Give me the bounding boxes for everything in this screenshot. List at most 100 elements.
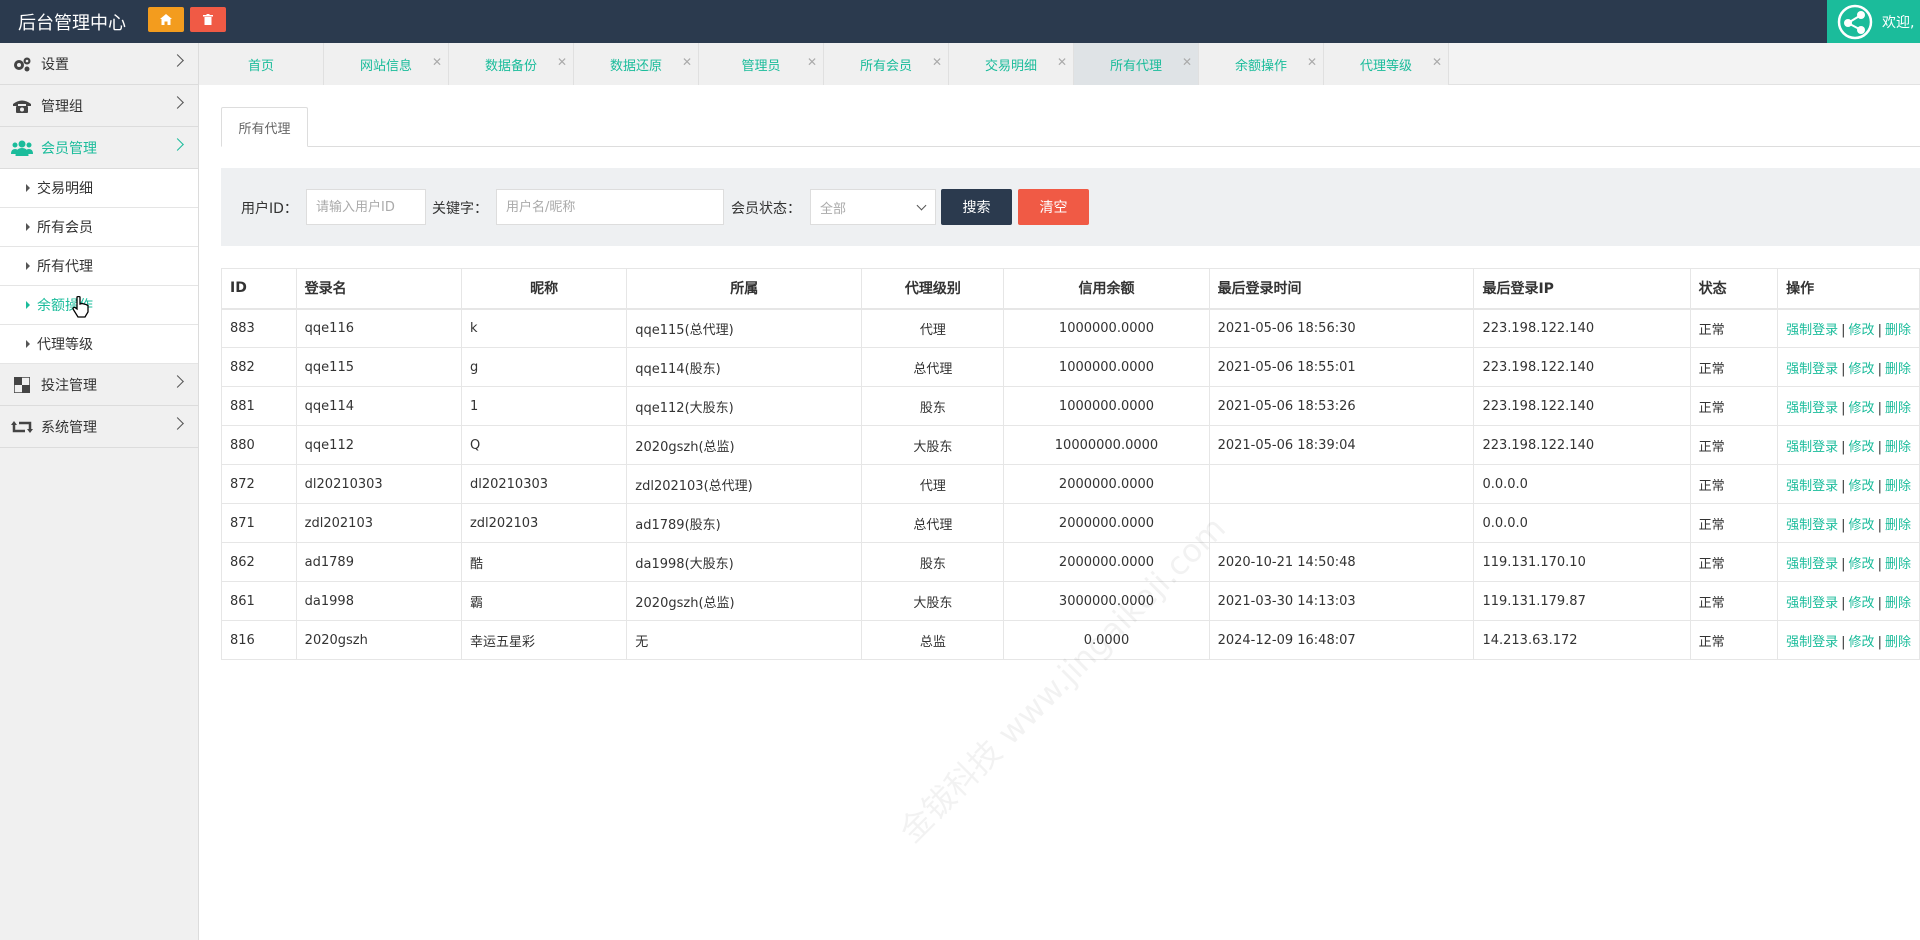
tab-agent-levels[interactable]: 代理等级 ✕ — [1324, 43, 1449, 85]
tab-transactions[interactable]: 交易明细 ✕ — [949, 43, 1074, 85]
tab-home[interactable]: 首页 — [199, 43, 324, 85]
table-cell: 2000000.0000 — [1003, 503, 1210, 543]
tab-site-info[interactable]: 网站信息 ✕ — [324, 43, 449, 85]
force-login-link[interactable]: 强制登录 — [1786, 596, 1838, 611]
delete-link[interactable]: 删除 — [1885, 323, 1911, 338]
edit-link[interactable]: 修改 — [1849, 635, 1875, 650]
close-icon[interactable]: ✕ — [557, 55, 567, 69]
actions-cell: 强制登录 | 修改 | 删除 — [1777, 386, 1920, 426]
table-row: 883 qqe116 k qqe115(总代理) 代理 1000000.0000 2021-… — [221, 308, 1920, 348]
edit-link[interactable]: 修改 — [1849, 323, 1875, 338]
delete-link[interactable]: 删除 — [1885, 596, 1911, 611]
table-row: 861 da1998 霸 2020gszh(总监) 大股东 3000000.0000 202… — [221, 581, 1920, 621]
search-button[interactable]: 搜索 — [941, 189, 1012, 225]
col-header: 信用余额 — [1003, 268, 1210, 310]
submenu-label: 所有代理 — [37, 259, 93, 275]
close-icon[interactable]: ✕ — [432, 55, 442, 69]
sidebar-item-settings[interactable]: 设置 — [0, 43, 198, 85]
force-login-link[interactable]: 强制登录 — [1786, 440, 1838, 455]
tab-balance-ops[interactable]: 余额操作 ✕ — [1199, 43, 1324, 85]
edit-link[interactable]: 修改 — [1849, 596, 1875, 611]
separator: | — [1841, 556, 1846, 572]
submenu-item-all-members[interactable]: 所有会员 — [0, 208, 198, 247]
home-button[interactable] — [148, 7, 184, 32]
tab-all-agents[interactable]: 所有代理 ✕ — [1074, 43, 1199, 85]
table-cell: 871 — [221, 503, 297, 543]
table-cell: 2021-05-06 18:39:04 — [1208, 425, 1475, 465]
user-menu[interactable]: 欢迎, — [1827, 0, 1920, 43]
delete-link[interactable]: 删除 — [1885, 401, 1911, 416]
submenu-item-agent-levels[interactable]: 代理等级 — [0, 325, 198, 364]
submenu-item-transactions[interactable]: 交易明细 — [0, 169, 198, 208]
col-header: 状态 — [1689, 268, 1779, 310]
force-login-link[interactable]: 强制登录 — [1786, 635, 1838, 650]
force-login-link[interactable]: 强制登录 — [1786, 479, 1838, 494]
submenu-label: 所有会员 — [37, 220, 93, 236]
tab-admins[interactable]: 管理员 ✕ — [699, 43, 824, 85]
table-cell: 酷 — [460, 542, 628, 582]
table-cell: qqe112 — [295, 425, 462, 465]
force-login-link[interactable]: 强制登录 — [1786, 323, 1838, 338]
table-cell: 2021-03-30 14:13:03 — [1208, 581, 1475, 621]
table-cell: 总监 — [861, 620, 1005, 660]
force-login-link[interactable]: 强制登录 — [1786, 518, 1838, 533]
tab-all-members[interactable]: 所有会员 ✕ — [824, 43, 949, 85]
userid-input[interactable] — [306, 189, 426, 225]
close-icon[interactable]: ✕ — [1307, 55, 1317, 69]
table-cell: zdl202103 — [295, 503, 462, 543]
submenu-item-all-agents[interactable]: 所有代理 — [0, 247, 198, 286]
keyword-label: 关键字： — [432, 201, 488, 217]
delete-link[interactable]: 删除 — [1885, 635, 1911, 650]
submenu-item-balance-ops[interactable]: 余额操作 — [0, 286, 198, 325]
edit-link[interactable]: 修改 — [1849, 479, 1875, 494]
table-cell: 2021-05-06 18:56:30 — [1208, 308, 1475, 348]
sidebar-item-admin-group[interactable]: 管理组 — [0, 85, 198, 127]
separator: | — [1841, 361, 1846, 377]
force-login-link[interactable]: 强制登录 — [1786, 362, 1838, 377]
sidebar-item-system-management[interactable]: 系统管理 — [0, 406, 198, 448]
delete-link[interactable]: 删除 — [1885, 362, 1911, 377]
col-header: 登录名 — [295, 268, 462, 310]
status-label: 会员状态： — [731, 201, 801, 217]
agents-table: ID 登录名 昵称 所属 代理级别 信用余额 最后登录时间 最后登录IP 状态 … — [221, 268, 1920, 660]
close-icon[interactable]: ✕ — [807, 55, 817, 69]
table-row: 882 qqe115 g qqe114(股东) 总代理 1000000.0000 2021-… — [221, 347, 1920, 387]
clear-button[interactable]: 清空 — [1018, 189, 1089, 225]
chevron-down-icon — [916, 200, 927, 211]
close-icon[interactable]: ✕ — [932, 55, 942, 69]
tab-data-backup[interactable]: 数据备份 ✕ — [449, 43, 574, 85]
sidebar-item-label: 设置 — [41, 56, 69, 73]
edit-link[interactable]: 修改 — [1849, 440, 1875, 455]
keyword-input[interactable] — [496, 189, 724, 225]
separator: | — [1877, 634, 1882, 650]
edit-link[interactable]: 修改 — [1849, 518, 1875, 533]
tab-data-restore[interactable]: 数据还原 ✕ — [574, 43, 699, 85]
table-cell: 正常 — [1689, 386, 1779, 426]
status-select[interactable]: 全部 — [810, 189, 936, 225]
edit-link[interactable]: 修改 — [1849, 362, 1875, 377]
table-cell: 2020gszh(总监) — [626, 425, 863, 465]
table-cell: 2021-05-06 18:53:26 — [1208, 386, 1475, 426]
close-icon[interactable]: ✕ — [1057, 55, 1067, 69]
delete-link[interactable]: 删除 — [1885, 518, 1911, 533]
sidebar-item-member-management[interactable]: 会员管理 — [0, 127, 198, 169]
delete-cache-button[interactable] — [190, 7, 226, 32]
table-cell — [1208, 464, 1475, 504]
close-icon[interactable]: ✕ — [1182, 55, 1192, 69]
delete-link[interactable]: 删除 — [1885, 557, 1911, 572]
close-icon[interactable]: ✕ — [682, 55, 692, 69]
sidebar-item-bet-management[interactable]: 投注管理 — [0, 364, 198, 406]
chevron-right-icon — [171, 138, 184, 151]
force-login-link[interactable]: 强制登录 — [1786, 557, 1838, 572]
submenu-label: 交易明细 — [37, 181, 93, 197]
close-icon[interactable]: ✕ — [1432, 55, 1442, 69]
force-login-link[interactable]: 强制登录 — [1786, 401, 1838, 416]
separator: | — [1841, 400, 1846, 416]
edit-link[interactable]: 修改 — [1849, 401, 1875, 416]
edit-link[interactable]: 修改 — [1849, 557, 1875, 572]
delete-link[interactable]: 删除 — [1885, 440, 1911, 455]
col-header: ID — [221, 268, 297, 310]
delete-link[interactable]: 删除 — [1885, 479, 1911, 494]
page-tab[interactable]: 所有代理 — [221, 107, 308, 147]
table-row: 816 2020gszh 幸运五星彩无总监 0.0000 2024-12-09 16:4… — [221, 620, 1920, 660]
